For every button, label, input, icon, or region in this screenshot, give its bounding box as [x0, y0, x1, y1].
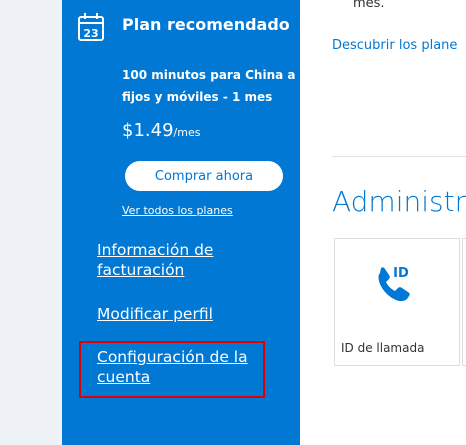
- caller-id-icon-text: ID: [393, 266, 409, 281]
- plan-price: $1.49/mes: [122, 120, 200, 141]
- caller-id-label: ID de llamada: [341, 341, 425, 355]
- all-plans-link[interactable]: Ver todos los planes: [122, 204, 233, 217]
- left-gutter: [0, 0, 62, 445]
- highlight-box: [79, 341, 265, 398]
- billing-info-link[interactable]: Información de facturación: [97, 240, 267, 280]
- discover-plans-link[interactable]: Descubrir los plane: [332, 38, 457, 53]
- plan-title: Plan recomendado: [122, 15, 290, 34]
- caller-id-card[interactable]: ID ID de llamada: [334, 238, 460, 366]
- calendar-day: 23: [83, 27, 98, 40]
- edit-profile-link[interactable]: Modificar perfil: [97, 304, 267, 324]
- calendar-icon: 23: [78, 13, 104, 41]
- price-amount: $1.49: [122, 120, 174, 141]
- divider: [332, 156, 466, 157]
- next-card[interactable]: [462, 238, 466, 366]
- caller-id-icon: ID: [378, 266, 410, 302]
- price-unit: /mes: [173, 126, 201, 139]
- admin-heading: Administra: [332, 185, 466, 218]
- buy-now-button[interactable]: Comprar ahora: [125, 161, 283, 191]
- plan-description: 100 minutos para China a fijos y móviles…: [122, 68, 296, 104]
- main-fragment-text: mes.: [353, 0, 385, 11]
